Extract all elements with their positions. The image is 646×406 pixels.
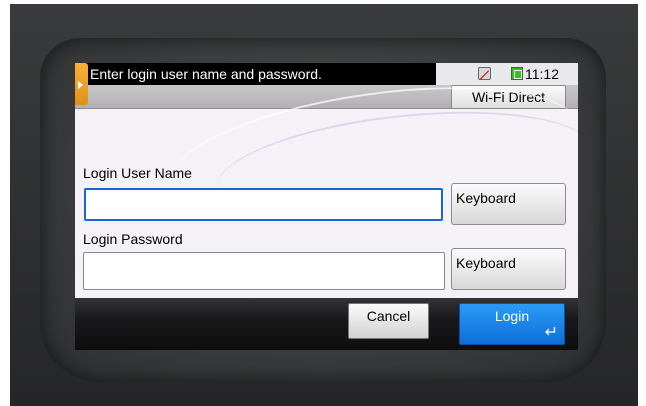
login-label: Login xyxy=(494,308,530,324)
status-green-icon xyxy=(511,67,523,80)
login-button[interactable]: Login ↵ xyxy=(459,303,565,345)
username-label: Login User Name xyxy=(83,165,192,181)
password-input[interactable] xyxy=(83,252,445,290)
username-input[interactable] xyxy=(84,188,443,221)
status-area: 11:12 xyxy=(436,63,578,85)
enter-icon: ↵ xyxy=(544,324,558,341)
network-status-icon xyxy=(478,67,491,80)
prompt-message: Enter login user name and password. xyxy=(90,66,322,82)
password-keyboard-button[interactable]: Keyboard xyxy=(451,248,566,290)
username-keyboard-button[interactable]: Keyboard xyxy=(451,183,566,225)
password-label: Login Password xyxy=(83,231,183,247)
clock: 11:12 xyxy=(525,66,559,82)
expand-tab[interactable] xyxy=(75,63,88,105)
cancel-button[interactable]: Cancel xyxy=(348,303,429,339)
chevron-right-icon xyxy=(78,81,83,89)
touch-screen: Enter login user name and password. 11:1… xyxy=(75,63,578,350)
